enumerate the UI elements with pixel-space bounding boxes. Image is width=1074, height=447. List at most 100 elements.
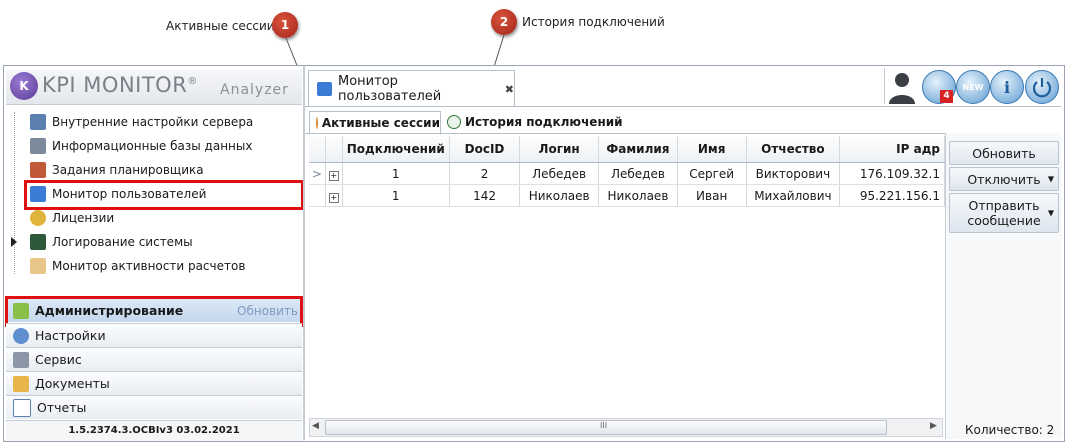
send-message-label-1: Отправить	[968, 198, 1040, 213]
panel-label: Документы	[35, 376, 110, 391]
version-label: 1.5.2374.3.OCBIv3 03.02.2021	[6, 420, 302, 441]
nav-item-label: Лицензии	[52, 211, 115, 225]
panel-reports[interactable]: Отчеты	[6, 395, 302, 419]
tab-active-sessions[interactable]: Активные сессии	[309, 111, 441, 135]
nav-item-label: Логирование системы	[52, 235, 193, 249]
chevron-down-icon: ▼	[1047, 208, 1054, 218]
nav-item-label: Монитор пользователей	[52, 187, 207, 201]
cell-lastname: Николаев	[598, 184, 678, 207]
nav-item-label: Задания планировщика	[52, 163, 204, 177]
cell-login: Николаев	[519, 184, 600, 207]
nav-item-activity[interactable]: Монитор активности расчетов	[30, 255, 245, 277]
user-icon[interactable]	[886, 70, 918, 104]
info-icon[interactable]: i	[990, 70, 1024, 104]
monitor-icon	[317, 82, 332, 96]
close-icon[interactable]: ✖	[505, 83, 514, 96]
table-row[interactable]: > + 1 2 Лебедев Лебедев Сергей Викторови…	[309, 162, 945, 185]
refresh-button-label: Обновить	[972, 145, 1036, 161]
settings-icon	[13, 327, 29, 344]
chevron-down-icon: ▼	[1047, 174, 1054, 184]
column-header[interactable]: Отчество	[746, 136, 841, 163]
nav-item-label: Информационные базы данных	[52, 139, 253, 153]
row-indicator-icon: >	[309, 162, 326, 185]
reports-icon	[13, 398, 31, 417]
splitter[interactable]	[303, 66, 305, 440]
tab-label: История подключений	[465, 115, 623, 129]
refresh-button[interactable]: Обновить	[949, 141, 1059, 165]
cell-ip: 176.109.32.1	[839, 162, 945, 185]
nav-item-databases[interactable]: Информационные базы данных	[30, 135, 252, 157]
scheduler-icon	[30, 162, 46, 178]
cell-firstname: Сергей	[677, 162, 747, 185]
scroll-right-icon[interactable]: ▶	[930, 421, 937, 431]
session-count: Количество: 2	[965, 423, 1055, 437]
history-icon	[447, 115, 461, 129]
cell-firstname: Иван	[677, 184, 747, 207]
tree-expand-icon[interactable]	[11, 237, 17, 247]
grid-header-row: Подключений DocID Логин Фамилия Имя Отче…	[309, 136, 945, 163]
tab-user-monitor[interactable]: Монитор пользователей ✖	[308, 70, 515, 107]
column-header[interactable]: IP адр	[839, 136, 945, 163]
tab-connection-history[interactable]: История подключений	[447, 112, 623, 132]
nav-item-licenses[interactable]: Лицензии	[30, 207, 114, 229]
cell-lastname: Лебедев	[598, 162, 678, 185]
nav-item-user-monitor[interactable]: Монитор пользователей	[30, 183, 206, 205]
grid-top-border	[305, 133, 945, 134]
panel-label: Отчеты	[37, 400, 87, 415]
sessions-grid: Подключений DocID Логин Фамилия Имя Отче…	[309, 136, 945, 207]
server-settings-icon	[30, 114, 46, 130]
grid-expand-header	[325, 136, 343, 163]
column-header[interactable]: Имя	[677, 136, 747, 163]
scroll-left-icon[interactable]: ◀	[312, 421, 319, 431]
table-row[interactable]: + 1 142 Николаев Николаев Иван Михайлови…	[309, 184, 945, 207]
icon-separator	[884, 68, 885, 104]
cell-docid: 2	[449, 162, 521, 185]
cell-login: Лебедев	[519, 162, 600, 185]
logo-mark-icon: K	[10, 72, 38, 100]
column-header[interactable]: Логин	[519, 136, 600, 163]
nav-item-server-settings[interactable]: Внутренние настройки сервера	[30, 111, 253, 133]
user-session-icon	[316, 117, 318, 129]
tree-connector	[14, 112, 15, 274]
row-expand-icon[interactable]: +	[325, 184, 343, 207]
tools-icon	[13, 351, 29, 368]
scroll-grip-icon: III	[600, 421, 608, 430]
logo-title: KPI MONITOR®	[42, 73, 198, 97]
panel-documents[interactable]: Документы	[6, 371, 302, 395]
cell-connections: 1	[342, 184, 450, 207]
cell-patronymic: Викторович	[746, 162, 841, 185]
panel-label: Сервис	[35, 352, 82, 367]
grid-indicator-header	[309, 136, 326, 163]
logo-subtitle: Analyzer	[220, 82, 289, 98]
panel-settings[interactable]: Настройки	[6, 323, 302, 347]
column-header[interactable]: Подключений	[342, 136, 450, 163]
cell-ip: 95.221.156.1	[839, 184, 945, 207]
key-icon	[30, 210, 46, 226]
panel-label: Настройки	[35, 328, 106, 343]
cell-connections: 1	[342, 162, 450, 185]
cell-docid: 142	[449, 184, 521, 207]
panel-service[interactable]: Сервис	[6, 347, 302, 371]
disconnect-button-label: Отключить	[967, 171, 1041, 187]
tab-label: Активные сессии	[321, 116, 440, 130]
disconnect-button[interactable]: Отключить ▼	[949, 167, 1059, 191]
notification-badge: 4	[940, 90, 953, 103]
nav-item-logging[interactable]: Логирование системы	[30, 231, 193, 253]
send-message-label-2: сообщение	[967, 213, 1041, 228]
cell-patronymic: Михайлович	[746, 184, 841, 207]
tab-strip-border	[305, 106, 1061, 107]
send-message-button[interactable]: Отправить сообщение ▼	[949, 193, 1059, 233]
new-icon[interactable]: NEW	[956, 70, 990, 104]
row-expand-icon[interactable]: +	[325, 162, 343, 185]
database-icon	[30, 138, 46, 154]
column-header[interactable]: Фамилия	[598, 136, 678, 163]
nav-item-label: Монитор активности расчетов	[52, 259, 246, 273]
row-indicator	[309, 184, 326, 207]
documents-icon	[13, 375, 29, 392]
activity-icon	[30, 258, 46, 274]
tab-label: Монитор пользователей	[338, 74, 442, 104]
nav-item-label: Внутренние настройки сервера	[52, 115, 254, 129]
power-icon[interactable]	[1025, 70, 1059, 104]
column-header[interactable]: DocID	[449, 136, 521, 163]
nav-item-scheduler[interactable]: Задания планировщика	[30, 159, 204, 181]
